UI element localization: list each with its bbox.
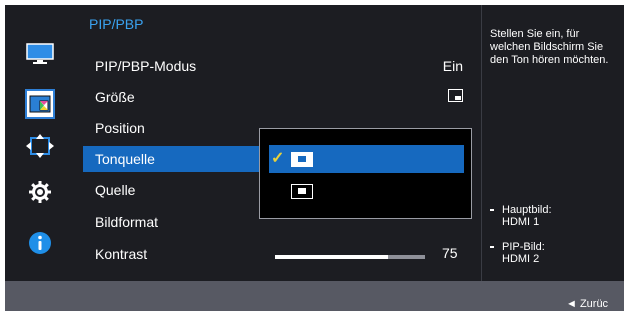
menu-item-label: Kontrast — [95, 246, 148, 262]
back-button[interactable]: ◄ Zurüc — [566, 298, 608, 310]
menu-item-label: Bildformat — [95, 214, 159, 230]
source-label: PIP-Bild: — [502, 241, 545, 253]
pip-window-marker — [298, 188, 306, 194]
pip-size-icon — [448, 89, 463, 102]
menu-item-label: PIP/PBP-Modus — [95, 58, 197, 74]
position-arrows-icon[interactable] — [25, 131, 55, 161]
menu-item-pip-pbp-mode[interactable]: PIP/PBP-Modus Ein — [83, 53, 463, 79]
contrast-value: 75 — [442, 245, 458, 261]
menu-item-label: Größe — [95, 89, 135, 105]
gear-icon[interactable] — [25, 177, 55, 207]
contrast-slider-fill — [275, 255, 388, 259]
pip-window-marker — [298, 156, 306, 162]
pip-pbp-mode-value: Ein — [442, 58, 463, 74]
checkmark-icon: ✓ — [271, 150, 285, 167]
contrast-slider[interactable] — [275, 255, 425, 259]
pip-picture-source: PIP-Bild: HDMI 2 — [490, 241, 620, 265]
menu-item-contrast[interactable]: Kontrast — [83, 241, 463, 267]
main-picture-source: Hauptbild: HDMI 1 — [490, 204, 620, 228]
menu-item-label: Quelle — [95, 182, 136, 198]
info-icon[interactable] — [25, 228, 55, 258]
monitor-icon[interactable] — [25, 39, 55, 69]
gear-glyph — [29, 181, 51, 203]
sound-option-sub[interactable] — [269, 177, 464, 205]
info-glyph — [29, 232, 51, 254]
source-value: HDMI 2 — [502, 253, 540, 265]
help-panel: Stellen Sie ein, für welchen Bildschirm … — [481, 5, 624, 281]
sound-source-dropdown[interactable]: ✓ — [259, 128, 472, 219]
source-value: HDMI 1 — [502, 216, 540, 228]
source-label: Hauptbild: — [502, 204, 552, 216]
menu-item-label: Tonquelle — [95, 151, 155, 167]
sound-option-main[interactable]: ✓ — [269, 145, 464, 173]
category-sidebar — [5, 5, 75, 281]
pip-main-audio-icon — [291, 152, 313, 167]
menu-item-label: Position — [95, 120, 145, 136]
menu-title: PIP/PBP — [89, 16, 144, 32]
menu-item-size[interactable]: Größe — [83, 84, 463, 110]
pip-glyph — [29, 95, 51, 113]
pip-icon[interactable] — [25, 89, 55, 119]
help-text: Stellen Sie ein, für welchen Bildschirm … — [490, 28, 609, 66]
monitor-glyph — [26, 43, 54, 64]
menu-item-sound-source[interactable]: Tonquelle — [83, 146, 261, 172]
position-arrows-glyph — [26, 134, 54, 158]
pip-sub-audio-icon — [291, 184, 313, 199]
